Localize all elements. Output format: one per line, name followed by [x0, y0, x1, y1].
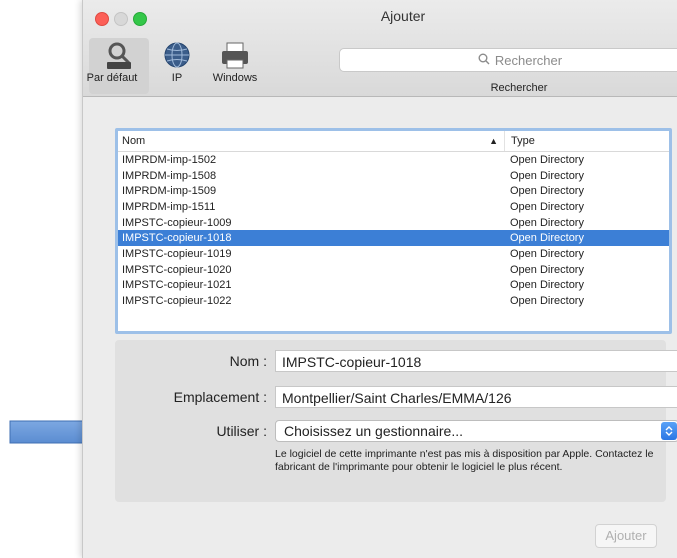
popup-arrows-icon: [661, 422, 677, 440]
printer-type: Open Directory: [510, 200, 584, 213]
printer-name: IMPRDM-imp-1502: [122, 153, 217, 166]
printer-type: Open Directory: [510, 153, 584, 166]
printer-name: IMPSTC-copieur-1018: [122, 232, 232, 245]
printer-details-form: Nom : IMPSTC-copieur-1018 Emplacement : …: [115, 340, 677, 502]
table-row[interactable]: IMPSTC-copieur-1022 Open Directory: [118, 293, 669, 309]
toolbar-default-button[interactable]: Par défaut: [87, 38, 149, 94]
printer-name: IMPSTC-copieur-1009: [122, 216, 232, 229]
use-label: Utiliser :: [216, 423, 267, 439]
printer-name: IMPSTC-copieur-1020: [122, 263, 232, 276]
add-button[interactable]: Ajouter: [595, 524, 657, 548]
toolbar-windows-label: Windows: [212, 72, 258, 84]
printer-default-icon: [89, 38, 149, 72]
toolbar-windows-button[interactable]: Windows: [205, 38, 265, 84]
sort-ascending-icon: ▲: [489, 136, 498, 146]
printer-type: Open Directory: [510, 216, 584, 229]
printer-type: Open Directory: [510, 232, 584, 245]
add-printer-window: Ajouter Par défaut IP Windows Rechercher…: [82, 0, 677, 558]
toolbar-ip-label: IP: [171, 72, 183, 84]
table-row[interactable]: IMPSTC-copieur-1021 Open Directory: [118, 278, 669, 294]
search-caption: Rechercher: [490, 82, 548, 94]
search-icon: [478, 53, 490, 68]
printer-type: Open Directory: [510, 263, 584, 276]
windows-printer-icon: [205, 38, 265, 72]
window-title: Ajouter: [380, 8, 426, 24]
printer-type: Open Directory: [510, 295, 584, 308]
driver-note: Le logiciel de cette imprimante n'est pa…: [275, 448, 654, 473]
printer-name: IMPSTC-copieur-1022: [122, 295, 232, 308]
list-header: Nom ▲ Type: [118, 131, 669, 152]
table-row[interactable]: IMPSTC-copieur-1020 Open Directory: [118, 262, 669, 278]
printer-name: IMPSTC-copieur-1019: [122, 247, 232, 260]
search-placeholder: Rechercher: [494, 52, 563, 68]
location-label: Emplacement :: [173, 389, 267, 405]
location-field[interactable]: Montpellier/Saint Charles/EMMA/126: [275, 386, 677, 408]
printer-type: Open Directory: [510, 185, 584, 198]
table-row[interactable]: IMPRDM-imp-1511 Open Directory: [118, 199, 669, 215]
globe-icon: [161, 38, 193, 72]
driver-popup-value: Choisissez un gestionnaire...: [284, 423, 463, 439]
table-row[interactable]: IMPRDM-imp-1509 Open Directory: [118, 183, 669, 199]
printer-type: Open Directory: [510, 169, 584, 182]
printer-type: Open Directory: [510, 279, 584, 292]
column-header-type[interactable]: Type: [504, 131, 669, 151]
printer-type: Open Directory: [510, 247, 584, 260]
printer-name: IMPSTC-copieur-1021: [122, 279, 232, 292]
column-header-name[interactable]: Nom ▲: [118, 131, 504, 151]
printer-name: IMPRDM-imp-1508: [122, 169, 217, 182]
toolbar-ip-button[interactable]: IP: [161, 38, 193, 84]
driver-popup[interactable]: Choisissez un gestionnaire...: [275, 420, 677, 442]
printer-list[interactable]: Nom ▲ Type IMPRDM-imp-1502 Open Director…: [115, 128, 672, 334]
name-field[interactable]: IMPSTC-copieur-1018: [275, 350, 677, 372]
table-row[interactable]: IMPRDM-imp-1502 Open Directory: [118, 152, 669, 168]
printer-name: IMPRDM-imp-1509: [122, 185, 217, 198]
name-label: Nom :: [229, 353, 267, 369]
printer-name: IMPRDM-imp-1511: [122, 200, 216, 213]
table-row-selected[interactable]: IMPSTC-copieur-1018 Open Directory: [118, 230, 669, 247]
table-row[interactable]: IMPSTC-copieur-1019 Open Directory: [118, 246, 669, 262]
search-field[interactable]: Rechercher: [339, 48, 677, 72]
title-bar: Ajouter Par défaut IP Windows Rechercher…: [83, 0, 677, 97]
table-row[interactable]: IMPRDM-imp-1508 Open Directory: [118, 168, 669, 184]
table-row[interactable]: IMPSTC-copieur-1009 Open Directory: [118, 215, 669, 231]
toolbar-default-label: Par défaut: [86, 72, 138, 84]
